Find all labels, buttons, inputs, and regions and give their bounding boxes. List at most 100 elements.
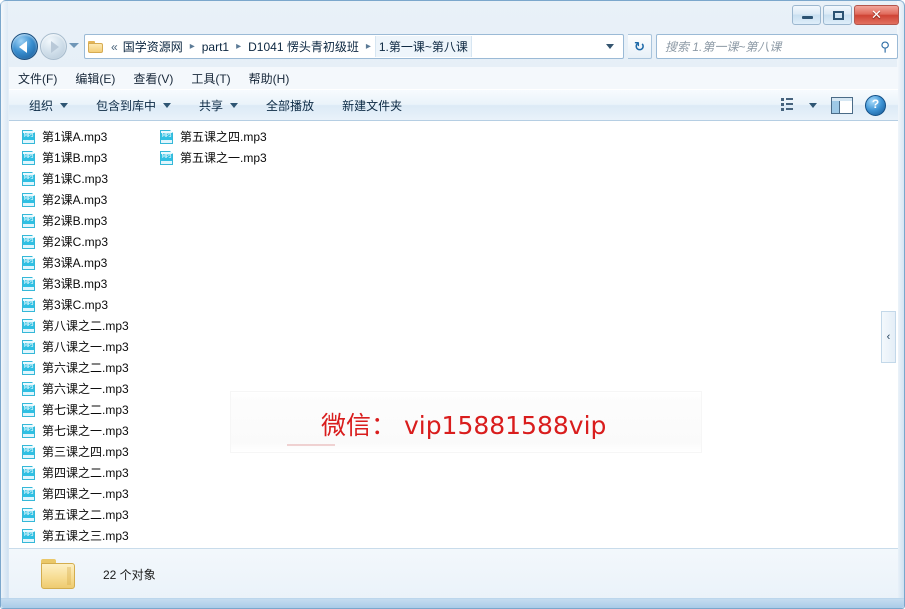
- file-name: 第1课A.mp3: [42, 130, 108, 144]
- mp3-file-icon: [21, 297, 37, 313]
- file-list[interactable]: 微信： vip15881588vip 第1课A.mp3 第1课B.mp3 第1课…: [9, 121, 898, 548]
- file-name: 第四课之二.mp3: [42, 466, 129, 480]
- file-name: 第六课之二.mp3: [42, 361, 129, 375]
- share-label: 共享: [199, 98, 224, 113]
- list-item[interactable]: 第3课B.mp3: [21, 273, 171, 294]
- list-item[interactable]: 第六课之二.mp3: [21, 357, 171, 378]
- file-name: 第七课之一.mp3: [42, 424, 129, 438]
- preview-pane-handle[interactable]: ‹: [881, 311, 896, 363]
- mp3-file-icon: [21, 360, 37, 376]
- share-button[interactable]: 共享: [199, 97, 239, 114]
- list-item[interactable]: 第八课之一.mp3: [21, 336, 171, 357]
- folder-icon: [88, 40, 104, 54]
- list-item[interactable]: 第1课B.mp3: [21, 147, 171, 168]
- mp3-file-icon: [21, 192, 37, 208]
- file-column-1: 第1课A.mp3 第1课B.mp3 第1课C.mp3 第2课A.mp3 第2课B…: [21, 126, 171, 546]
- list-item[interactable]: 第五课之二.mp3: [21, 504, 171, 525]
- minimize-button[interactable]: [792, 5, 821, 25]
- folder-icon: [41, 558, 77, 591]
- mp3-file-icon: [159, 129, 175, 145]
- recent-pages-dropdown-icon[interactable]: [69, 43, 79, 48]
- mp3-file-icon: [21, 402, 37, 418]
- chevron-down-icon: [606, 44, 614, 49]
- menu-item-help[interactable]: 帮助(H): [249, 68, 301, 89]
- list-item[interactable]: 第七课之二.mp3: [21, 399, 171, 420]
- file-name: 第三课之四.mp3: [42, 445, 129, 459]
- breadcrumb-separator-icon[interactable]: ▸: [232, 41, 245, 52]
- breadcrumb-item-2[interactable]: D1041 愣头青初级班: [245, 36, 362, 57]
- breadcrumb-separator-icon[interactable]: ▸: [186, 41, 199, 52]
- title-bar: ✕: [1, 1, 905, 29]
- list-item[interactable]: 第六课之一.mp3: [21, 378, 171, 399]
- window-bottom-edge: [1, 598, 904, 608]
- list-item[interactable]: 第五课之一.mp3: [159, 147, 309, 168]
- watermark-text: 微信： vip15881588vip: [321, 411, 607, 440]
- breadcrumb-separator-icon[interactable]: ▸: [362, 41, 375, 52]
- play-all-button[interactable]: 全部播放: [266, 97, 314, 114]
- file-name: 第3课C.mp3: [42, 298, 109, 312]
- maximize-button[interactable]: [823, 5, 852, 25]
- list-item[interactable]: 第五课之三.mp3: [21, 525, 171, 546]
- search-input[interactable]: 搜索 1.第一课~第八课: [657, 38, 873, 55]
- toolbar-right-group: ?: [780, 94, 898, 116]
- mp3-file-icon: [21, 528, 37, 544]
- list-item[interactable]: 第1课A.mp3: [21, 126, 171, 147]
- new-folder-label: 新建文件夹: [342, 98, 403, 113]
- breadcrumb-item-0[interactable]: 国学资源网: [120, 36, 186, 57]
- breadcrumb-item-3[interactable]: 1.第一课~第八课: [374, 36, 472, 57]
- maximize-icon: [833, 11, 844, 20]
- arrow-left-icon: [19, 41, 27, 53]
- breadcrumb-item-1[interactable]: part1: [199, 38, 232, 56]
- close-icon: ✕: [871, 7, 882, 22]
- file-name: 第六课之一.mp3: [42, 382, 129, 396]
- list-item[interactable]: 第五课之四.mp3: [159, 126, 309, 147]
- list-item[interactable]: 第2课A.mp3: [21, 189, 171, 210]
- status-bar: 22 个对象: [9, 548, 898, 600]
- search-icon: ⚲: [880, 38, 890, 54]
- include-in-library-button[interactable]: 包含到库中: [96, 97, 172, 114]
- menu-item-edit[interactable]: 编辑(E): [75, 68, 126, 89]
- address-bar[interactable]: « 国学资源网 ▸ part1 ▸ D1041 愣头青初级班 ▸ 1.第一课~第…: [84, 34, 624, 59]
- list-item[interactable]: 第2课B.mp3: [21, 210, 171, 231]
- menu-item-view[interactable]: 查看(V): [133, 68, 184, 89]
- file-name: 第2课A.mp3: [42, 193, 108, 207]
- file-name: 第五课之一.mp3: [180, 151, 267, 165]
- new-folder-button[interactable]: 新建文件夹: [342, 97, 402, 114]
- close-button[interactable]: ✕: [854, 5, 899, 25]
- view-options-icon[interactable]: [780, 97, 798, 113]
- file-name: 第3课A.mp3: [42, 256, 108, 270]
- list-item[interactable]: 第八课之二.mp3: [21, 315, 171, 336]
- list-item[interactable]: 第3课C.mp3: [21, 294, 171, 315]
- file-name: 第1课B.mp3: [42, 151, 108, 165]
- search-box[interactable]: 搜索 1.第一课~第八课 ⚲: [656, 34, 898, 59]
- menu-item-tools[interactable]: 工具(T): [191, 68, 241, 89]
- mp3-file-icon: [21, 150, 37, 166]
- list-item[interactable]: 第七课之一.mp3: [21, 420, 171, 441]
- breadcrumb-overflow-icon[interactable]: «: [108, 40, 120, 54]
- forward-button[interactable]: [40, 33, 67, 60]
- window-controls: ✕: [792, 5, 899, 25]
- list-item[interactable]: 第2课C.mp3: [21, 231, 171, 252]
- command-toolbar: 组织 包含到库中 共享 全部播放 新建文件夹 ?: [9, 89, 898, 121]
- menu-item-file[interactable]: 文件(F): [18, 68, 68, 89]
- list-item[interactable]: 第1课C.mp3: [21, 168, 171, 189]
- list-item[interactable]: 第四课之一.mp3: [21, 483, 171, 504]
- chevron-down-icon: [230, 102, 239, 108]
- mp3-file-icon: [21, 234, 37, 250]
- mp3-file-icon: [21, 129, 37, 145]
- file-name: 第四课之一.mp3: [42, 487, 129, 501]
- list-item[interactable]: 第三课之四.mp3: [21, 441, 171, 462]
- organize-button[interactable]: 组织: [29, 97, 69, 114]
- view-options-chevron-down-icon[interactable]: [809, 102, 817, 108]
- list-item[interactable]: 第3课A.mp3: [21, 252, 171, 273]
- file-name: 第五课之四.mp3: [180, 130, 267, 144]
- file-name: 第七课之二.mp3: [42, 403, 129, 417]
- address-dropdown-button[interactable]: [600, 44, 623, 49]
- mp3-file-icon: [21, 339, 37, 355]
- back-button[interactable]: [11, 33, 38, 60]
- help-icon[interactable]: ?: [865, 94, 886, 116]
- refresh-button[interactable]: ↻: [628, 34, 652, 59]
- file-name: 第八课之二.mp3: [42, 319, 129, 333]
- list-item[interactable]: 第四课之二.mp3: [21, 462, 171, 483]
- preview-pane-icon[interactable]: [831, 96, 853, 114]
